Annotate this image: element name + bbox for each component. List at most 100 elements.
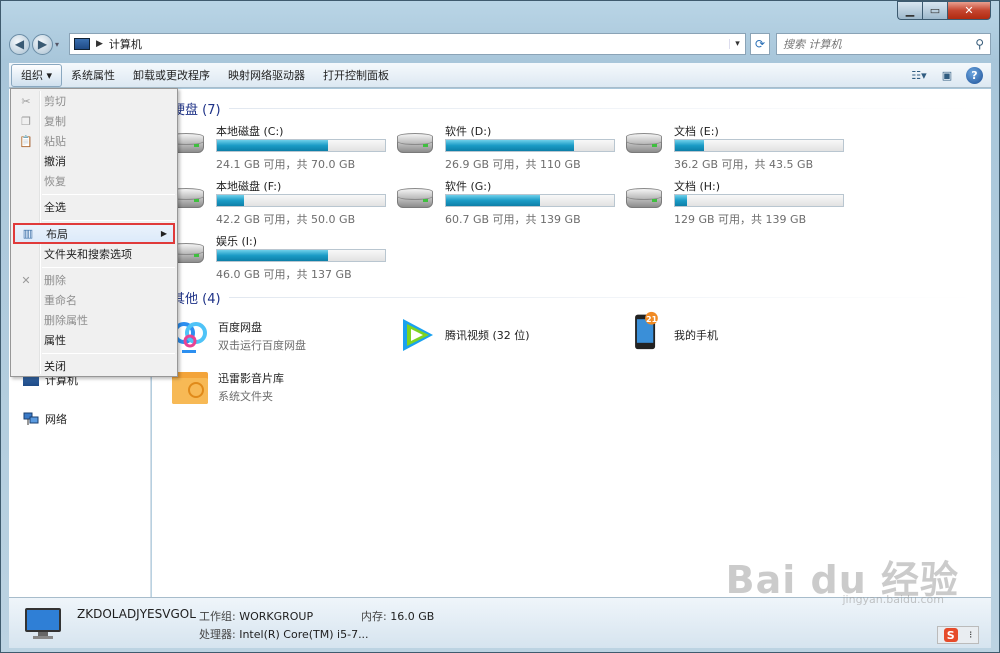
computer-small-icon: [74, 38, 90, 50]
drive-item[interactable]: 本地磁盘 (F:) 42.2 GB 可用，共 50.0 GB: [168, 178, 388, 226]
close-button[interactable]: ✕: [947, 1, 991, 20]
breadcrumb-computer[interactable]: 计算机: [109, 36, 142, 52]
explorer-window: ▁ ▭ ✕ ◀ ▶ ▾ ▶ 计算机 ▾ ⟳ ⚲ 组织 ▾ 系统属性 卸载或更改程…: [0, 0, 1000, 653]
menu-item-undo[interactable]: 撤消: [13, 151, 175, 171]
drive-name: 文档 (H:): [674, 180, 721, 193]
paste-icon: 📋: [19, 134, 33, 148]
hard-drive-icon: [626, 188, 662, 210]
drive-item[interactable]: 文档 (H:) 129 GB 可用，共 139 GB: [626, 178, 846, 226]
organize-button[interactable]: 组织 ▾: [11, 63, 63, 87]
ime-indicator[interactable]: S ⁝: [937, 626, 979, 644]
maximize-button[interactable]: ▭: [922, 1, 947, 20]
group-header-hdd[interactable]: 硬盘 (7): [152, 99, 977, 118]
item-name: 百度网盘: [218, 321, 262, 334]
menu-item-cut[interactable]: ✂ 剪切: [13, 91, 175, 111]
menu-item-close[interactable]: 关闭: [13, 356, 175, 376]
cpu-value: Intel(R) Core(TM) i5-7...: [239, 628, 369, 641]
copy-icon: ❐: [21, 114, 31, 128]
window-controls: ▁ ▭ ✕: [897, 1, 991, 20]
menu-label: 恢复: [44, 175, 66, 188]
address-bar[interactable]: ▶ 计算机 ▾: [69, 33, 746, 55]
other-item-tencent-video[interactable]: 腾讯视频 (32 位): [397, 315, 597, 359]
layout-icon: ▥: [22, 227, 34, 240]
drive-name: 娱乐 (I:): [216, 235, 258, 248]
refresh-icon[interactable]: ⟳: [750, 33, 770, 55]
forward-icon[interactable]: ▶: [32, 33, 53, 55]
workgroup-value: WORKGROUP: [239, 610, 314, 623]
search-input[interactable]: [783, 37, 976, 51]
memory-value: 16.0 GB: [390, 610, 435, 623]
delete-icon: ✕: [21, 273, 31, 287]
menu-item-properties[interactable]: 属性: [13, 330, 175, 350]
drive-usage-bar: [674, 194, 844, 207]
help-icon[interactable]: ?: [966, 66, 983, 84]
group-header-other[interactable]: 其他 (4): [152, 288, 977, 307]
phone-badge: 21: [646, 315, 658, 324]
drive-name: 文档 (E:): [674, 125, 719, 138]
drive-usage-fill: [446, 195, 541, 206]
other-item-baidu-pan[interactable]: 百度网盘 双击运行百度网盘: [170, 315, 370, 359]
recent-pages-dropdown-icon[interactable]: ▾: [55, 40, 65, 49]
item-subtitle: 双击运行百度网盘: [218, 339, 306, 352]
menu-separator: [42, 194, 175, 195]
view-options-icon[interactable]: ☷▾: [910, 67, 928, 83]
menu-item-folder-options[interactable]: 文件夹和搜索选项: [13, 244, 175, 264]
content-pane: 硬盘 (7) 本地磁盘 (C:) 24.1 GB 可用，共 70.0 GB 软件…: [152, 89, 991, 597]
hard-drive-icon: [397, 188, 433, 210]
preview-pane-icon[interactable]: ▣: [938, 67, 956, 83]
drive-usage-fill: [217, 250, 328, 261]
menu-label: 剪切: [44, 95, 66, 108]
address-row: ◀ ▶ ▾ ▶ 计算机 ▾ ⟳ ⚲: [9, 32, 991, 56]
menu-item-remove-properties[interactable]: 删除属性: [13, 310, 175, 330]
control-panel-button[interactable]: 打开控制面板: [314, 64, 398, 87]
network-icon: [23, 412, 39, 425]
drive-item[interactable]: 软件 (D:) 26.9 GB 可用，共 110 GB: [397, 123, 617, 171]
menu-item-select-all[interactable]: 全选: [13, 197, 175, 217]
nav-item-network[interactable]: 网络: [23, 411, 67, 427]
computer-monitor-icon: [25, 608, 61, 639]
item-name: 我的手机: [674, 329, 718, 342]
menu-item-paste[interactable]: 📋 粘贴: [13, 131, 175, 151]
other-item-xunlei-library[interactable]: 迅雷影音片库 系统文件夹: [170, 366, 370, 410]
drive-usage-bar: [216, 249, 386, 262]
menu-label: 全选: [44, 201, 66, 214]
memory-label: 内存:: [361, 610, 387, 623]
menu-item-delete[interactable]: ✕ 删除: [13, 270, 175, 290]
map-drive-button[interactable]: 映射网络驱动器: [219, 64, 314, 87]
drive-space-info: 26.9 GB 可用，共 110 GB: [445, 158, 581, 171]
drive-usage-bar: [445, 139, 615, 152]
drive-usage-fill: [217, 195, 244, 206]
menu-separator: [42, 267, 175, 268]
drive-space-info: 46.0 GB 可用，共 137 GB: [216, 268, 352, 281]
item-name: 腾讯视频 (32 位): [445, 329, 530, 342]
menu-label: 删除属性: [44, 314, 88, 327]
address-history-dropdown-icon[interactable]: ▾: [729, 39, 745, 49]
drive-item[interactable]: 本地磁盘 (C:) 24.1 GB 可用，共 70.0 GB: [168, 123, 388, 171]
drive-item[interactable]: 软件 (G:) 60.7 GB 可用，共 139 GB: [397, 178, 617, 226]
drive-name: 软件 (D:): [445, 125, 492, 138]
menu-separator: [42, 220, 175, 221]
menu-label: 属性: [44, 334, 66, 347]
baidu-watermark-url: jingyan.baidu.com: [842, 593, 944, 606]
drive-name: 软件 (G:): [445, 180, 492, 193]
menu-item-rename[interactable]: 重命名: [13, 290, 175, 310]
menu-item-redo[interactable]: 恢复: [13, 171, 175, 191]
back-icon[interactable]: ◀: [9, 33, 30, 55]
menu-label: 删除: [44, 274, 66, 287]
menu-item-copy[interactable]: ❐ 复制: [13, 111, 175, 131]
drive-item[interactable]: 文档 (E:) 36.2 GB 可用，共 43.5 GB: [626, 123, 846, 171]
menu-item-layout[interactable]: ▥ 布局 ▶: [13, 223, 175, 244]
command-bar: 组织 ▾ 系统属性 卸载或更改程序 映射网络驱动器 打开控制面板 ☷▾ ▣ ?: [9, 63, 991, 88]
drive-item[interactable]: 娱乐 (I:) 46.0 GB 可用，共 137 GB: [168, 233, 388, 281]
breadcrumb-separator-icon[interactable]: ▶: [96, 39, 103, 49]
uninstall-button[interactable]: 卸载或更改程序: [124, 64, 219, 87]
menu-label: 文件夹和搜索选项: [44, 248, 132, 261]
system-properties-button[interactable]: 系统属性: [62, 64, 124, 87]
search-icon[interactable]: ⚲: [975, 37, 984, 51]
drive-usage-fill: [217, 140, 328, 151]
minimize-button[interactable]: ▁: [897, 1, 922, 20]
search-box[interactable]: ⚲: [776, 33, 991, 55]
scissors-icon: ✂: [21, 94, 31, 108]
menu-label: 关闭: [44, 360, 66, 373]
other-item-my-phone[interactable]: 21 我的手机: [626, 311, 826, 355]
